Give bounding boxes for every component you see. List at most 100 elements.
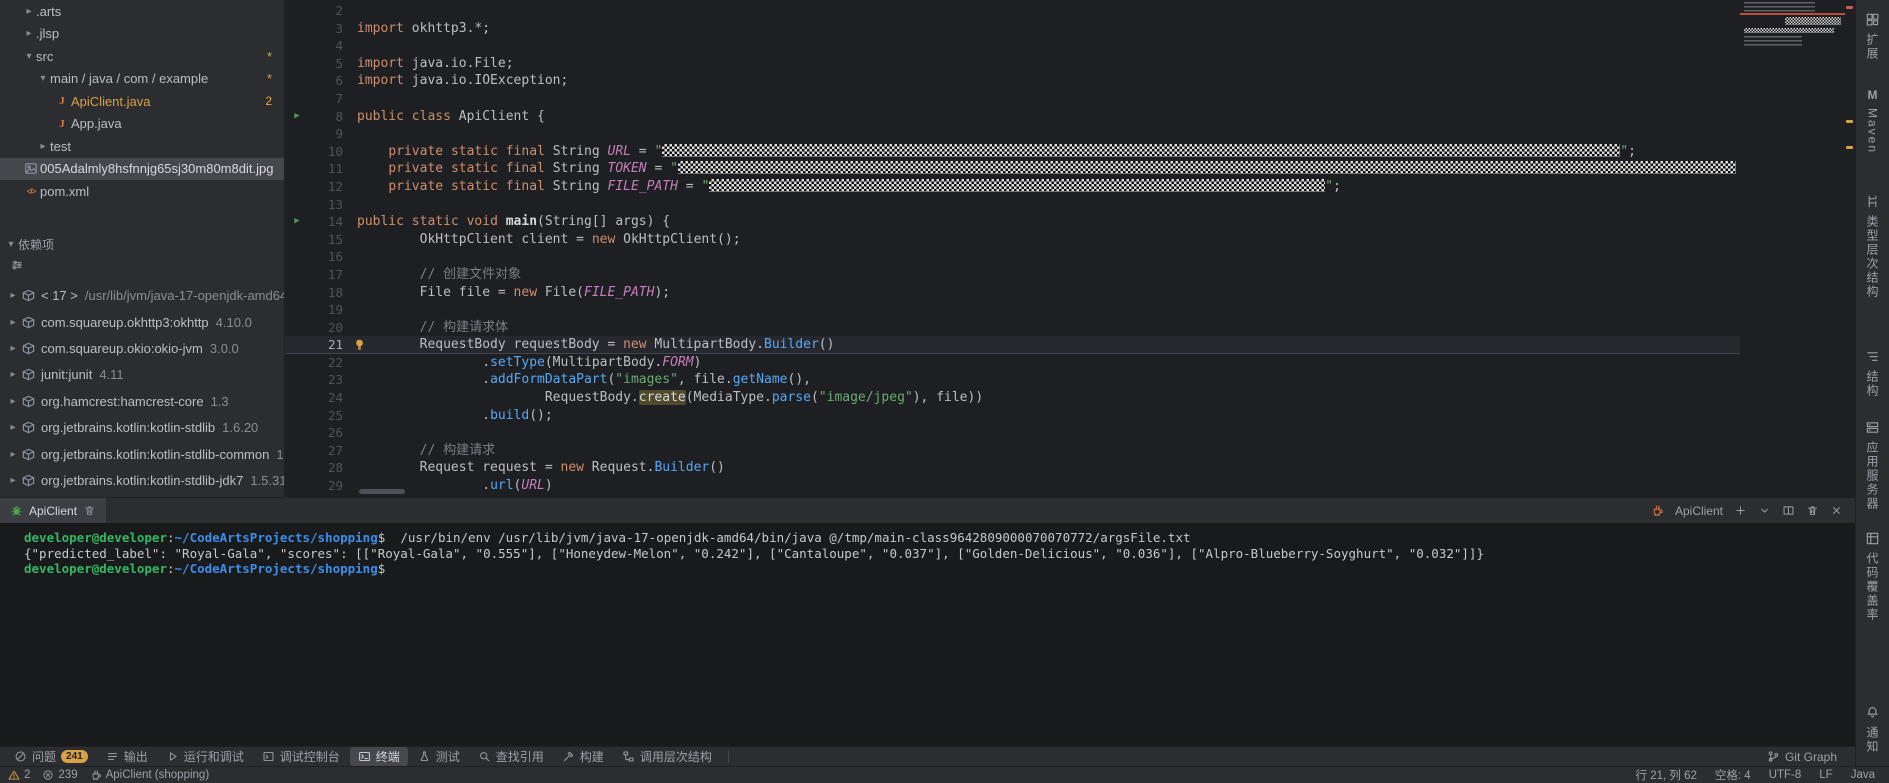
right-tool-structure[interactable]: 结构: [1864, 349, 1881, 398]
git-graph-button[interactable]: Git Graph: [1759, 749, 1845, 765]
code-line[interactable]: 2: [285, 2, 1740, 20]
dependency-item[interactable]: ▸ org.hamcrest:hamcrest-core 1.3: [0, 388, 284, 414]
warning-mark[interactable]: [1846, 146, 1853, 149]
status-run-config[interactable]: ApiClient (shopping): [90, 769, 209, 781]
line-number[interactable]: 29: [309, 477, 343, 495]
code-line[interactable]: 5 import java.io.File;: [285, 55, 1740, 73]
code-line[interactable]: 24 RequestBody.create(MediaType.parse("i…: [285, 389, 1740, 407]
dependencies-header[interactable]: ▾ 依赖项: [0, 235, 284, 255]
code-line[interactable]: 18 File file = new File(FILE_PATH);: [285, 284, 1740, 302]
code-line[interactable]: 4: [285, 37, 1740, 55]
status-item[interactable]: 空格: 4: [1715, 767, 1751, 783]
tree-item[interactable]: ▸ test: [0, 135, 284, 158]
line-number[interactable]: 14: [309, 213, 343, 231]
line-number[interactable]: 23: [309, 371, 343, 389]
code-line[interactable]: 13: [285, 196, 1740, 214]
split-terminal-button[interactable]: [1782, 504, 1795, 517]
code-editor[interactable]: 2 3 import okhttp3.*; 4 5 import java.io.File…: [285, 0, 1740, 497]
line-number[interactable]: 27: [309, 442, 343, 460]
line-number[interactable]: 18: [309, 284, 343, 302]
tree-item[interactable]: J App.java: [0, 113, 284, 136]
tree-item[interactable]: ▾ src *: [0, 45, 284, 68]
intention-bulb-icon[interactable]: [353, 338, 366, 351]
dependency-item[interactable]: ▸ < 17 > /usr/lib/jvm/java-17-openjdk-amd6…: [0, 283, 284, 309]
line-number[interactable]: 26: [309, 424, 343, 442]
dependency-item[interactable]: ▸ com.squareup.okio:okio-jvm 3.0.0: [0, 335, 284, 361]
line-number[interactable]: 2: [309, 2, 343, 20]
code-line[interactable]: 6 import java.io.IOException;: [285, 72, 1740, 90]
terminal-tab-apiclient[interactable]: ApiClient: [0, 498, 107, 523]
line-number[interactable]: 15: [309, 231, 343, 249]
code-line[interactable]: 22 .setType(MultipartBody.FORM): [285, 354, 1740, 372]
trash-icon[interactable]: [83, 504, 96, 517]
dependency-item[interactable]: ▸ org.jetbrains.kotlin:kotlin-stdlib 1.6.2…: [0, 414, 284, 440]
panel-tab-call-hierarchy[interactable]: 调用层次结构: [614, 747, 720, 766]
panel-tab-build[interactable]: 构建: [554, 747, 612, 766]
line-number[interactable]: 5: [309, 55, 343, 73]
code-line[interactable]: 9: [285, 125, 1740, 143]
line-number[interactable]: 7: [309, 90, 343, 108]
right-tool-code-coverage[interactable]: 代码覆盖率: [1864, 531, 1881, 622]
tree-item[interactable]: 005Adalmly8hsfnnjg65sj30m80m8dit.jpg: [0, 157, 284, 180]
error-mark[interactable]: [1846, 6, 1853, 9]
tree-item[interactable]: ▸ .jlsp: [0, 23, 284, 46]
line-number[interactable]: 12: [309, 178, 343, 196]
status-item[interactable]: UTF-8: [1769, 769, 1802, 781]
status-errors[interactable]: 239: [42, 769, 78, 781]
tree-item[interactable]: </> pom.xml: [0, 180, 284, 203]
panel-tab-find-references[interactable]: 查找引用: [470, 747, 552, 766]
code-line[interactable]: 19: [285, 301, 1740, 319]
right-tool-type-hierarchy[interactable]: 类型层次结构: [1864, 194, 1881, 299]
kill-terminal-button[interactable]: [1806, 504, 1819, 517]
dependency-item[interactable]: ▸ com.squareup.okhttp3:okhttp 4.10.0: [0, 309, 284, 335]
new-terminal-button[interactable]: [1734, 504, 1747, 517]
line-number[interactable]: 8: [309, 108, 343, 126]
line-number[interactable]: 13: [309, 196, 343, 214]
code-line[interactable]: 20 // 构建请求体: [285, 319, 1740, 337]
line-number[interactable]: 20: [309, 319, 343, 337]
code-line[interactable]: ▶ 8 public class ApiClient {: [285, 108, 1740, 126]
line-number[interactable]: 24: [309, 389, 343, 407]
terminal-dropdown-button[interactable]: [1758, 504, 1771, 517]
dependency-item[interactable]: ▸ org.jetbrains.kotlin:kotlin-stdlib-comm…: [0, 441, 284, 467]
minimap[interactable]: [1740, 0, 1845, 497]
panel-tab-output[interactable]: 输出: [98, 747, 156, 766]
line-number[interactable]: 16: [309, 248, 343, 266]
line-number[interactable]: 28: [309, 459, 343, 477]
code-line[interactable]: 23 .addFormDataPart("images", file.getNa…: [285, 371, 1740, 389]
dependencies-toolbar[interactable]: [0, 255, 284, 275]
code-line[interactable]: 25 .build();: [285, 407, 1740, 425]
dependency-item[interactable]: ▸ org.jetbrains.kotlin:kotlin-stdlib-jdk7…: [0, 467, 284, 493]
code-line[interactable]: 10 private static final String URL = " ";: [285, 143, 1740, 161]
code-line[interactable]: 7: [285, 90, 1740, 108]
editor-scrollbar[interactable]: [1845, 0, 1855, 497]
terminal-output-area[interactable]: developer@developer:~/CodeArtsProjects/s…: [0, 523, 1855, 746]
code-line[interactable]: 26: [285, 424, 1740, 442]
run-gutter-icon[interactable]: ▶: [285, 213, 309, 231]
code-line[interactable]: 3 import okhttp3.*;: [285, 20, 1740, 38]
code-line[interactable]: 27 // 构建请求: [285, 442, 1740, 460]
line-number[interactable]: 25: [309, 407, 343, 425]
line-number[interactable]: 3: [309, 20, 343, 38]
panel-tab-debug-console[interactable]: 调试控制台: [254, 747, 348, 766]
code-line[interactable]: 16: [285, 248, 1740, 266]
panel-tab-test[interactable]: 测试: [410, 747, 468, 766]
right-tool-extensions[interactable]: 扩展: [1864, 12, 1881, 61]
status-item[interactable]: Java: [1851, 769, 1875, 781]
line-number[interactable]: 11: [309, 160, 343, 178]
code-line[interactable]: 29 .url(URL): [285, 477, 1740, 495]
line-number[interactable]: 6: [309, 72, 343, 90]
tree-item[interactable]: ▾ main / java / com / example *: [0, 68, 284, 91]
line-number[interactable]: 9: [309, 125, 343, 143]
code-line[interactable]: ▶ 14 public static void main(String[] args…: [285, 213, 1740, 231]
line-number[interactable]: 4: [309, 37, 343, 55]
right-tool-notifications[interactable]: 通知: [1864, 705, 1881, 754]
run-gutter-icon[interactable]: ▶: [285, 108, 309, 126]
line-number[interactable]: 19: [309, 301, 343, 319]
panel-tab-terminal[interactable]: 终端: [349, 747, 408, 766]
warning-mark[interactable]: [1846, 120, 1853, 123]
right-tool-maven[interactable]: M Maven: [1865, 87, 1880, 155]
dependency-item[interactable]: ▸ junit:junit 4.11: [0, 362, 284, 388]
horizontal-scrollbar[interactable]: [359, 489, 405, 494]
line-number[interactable]: 21: [309, 336, 343, 353]
